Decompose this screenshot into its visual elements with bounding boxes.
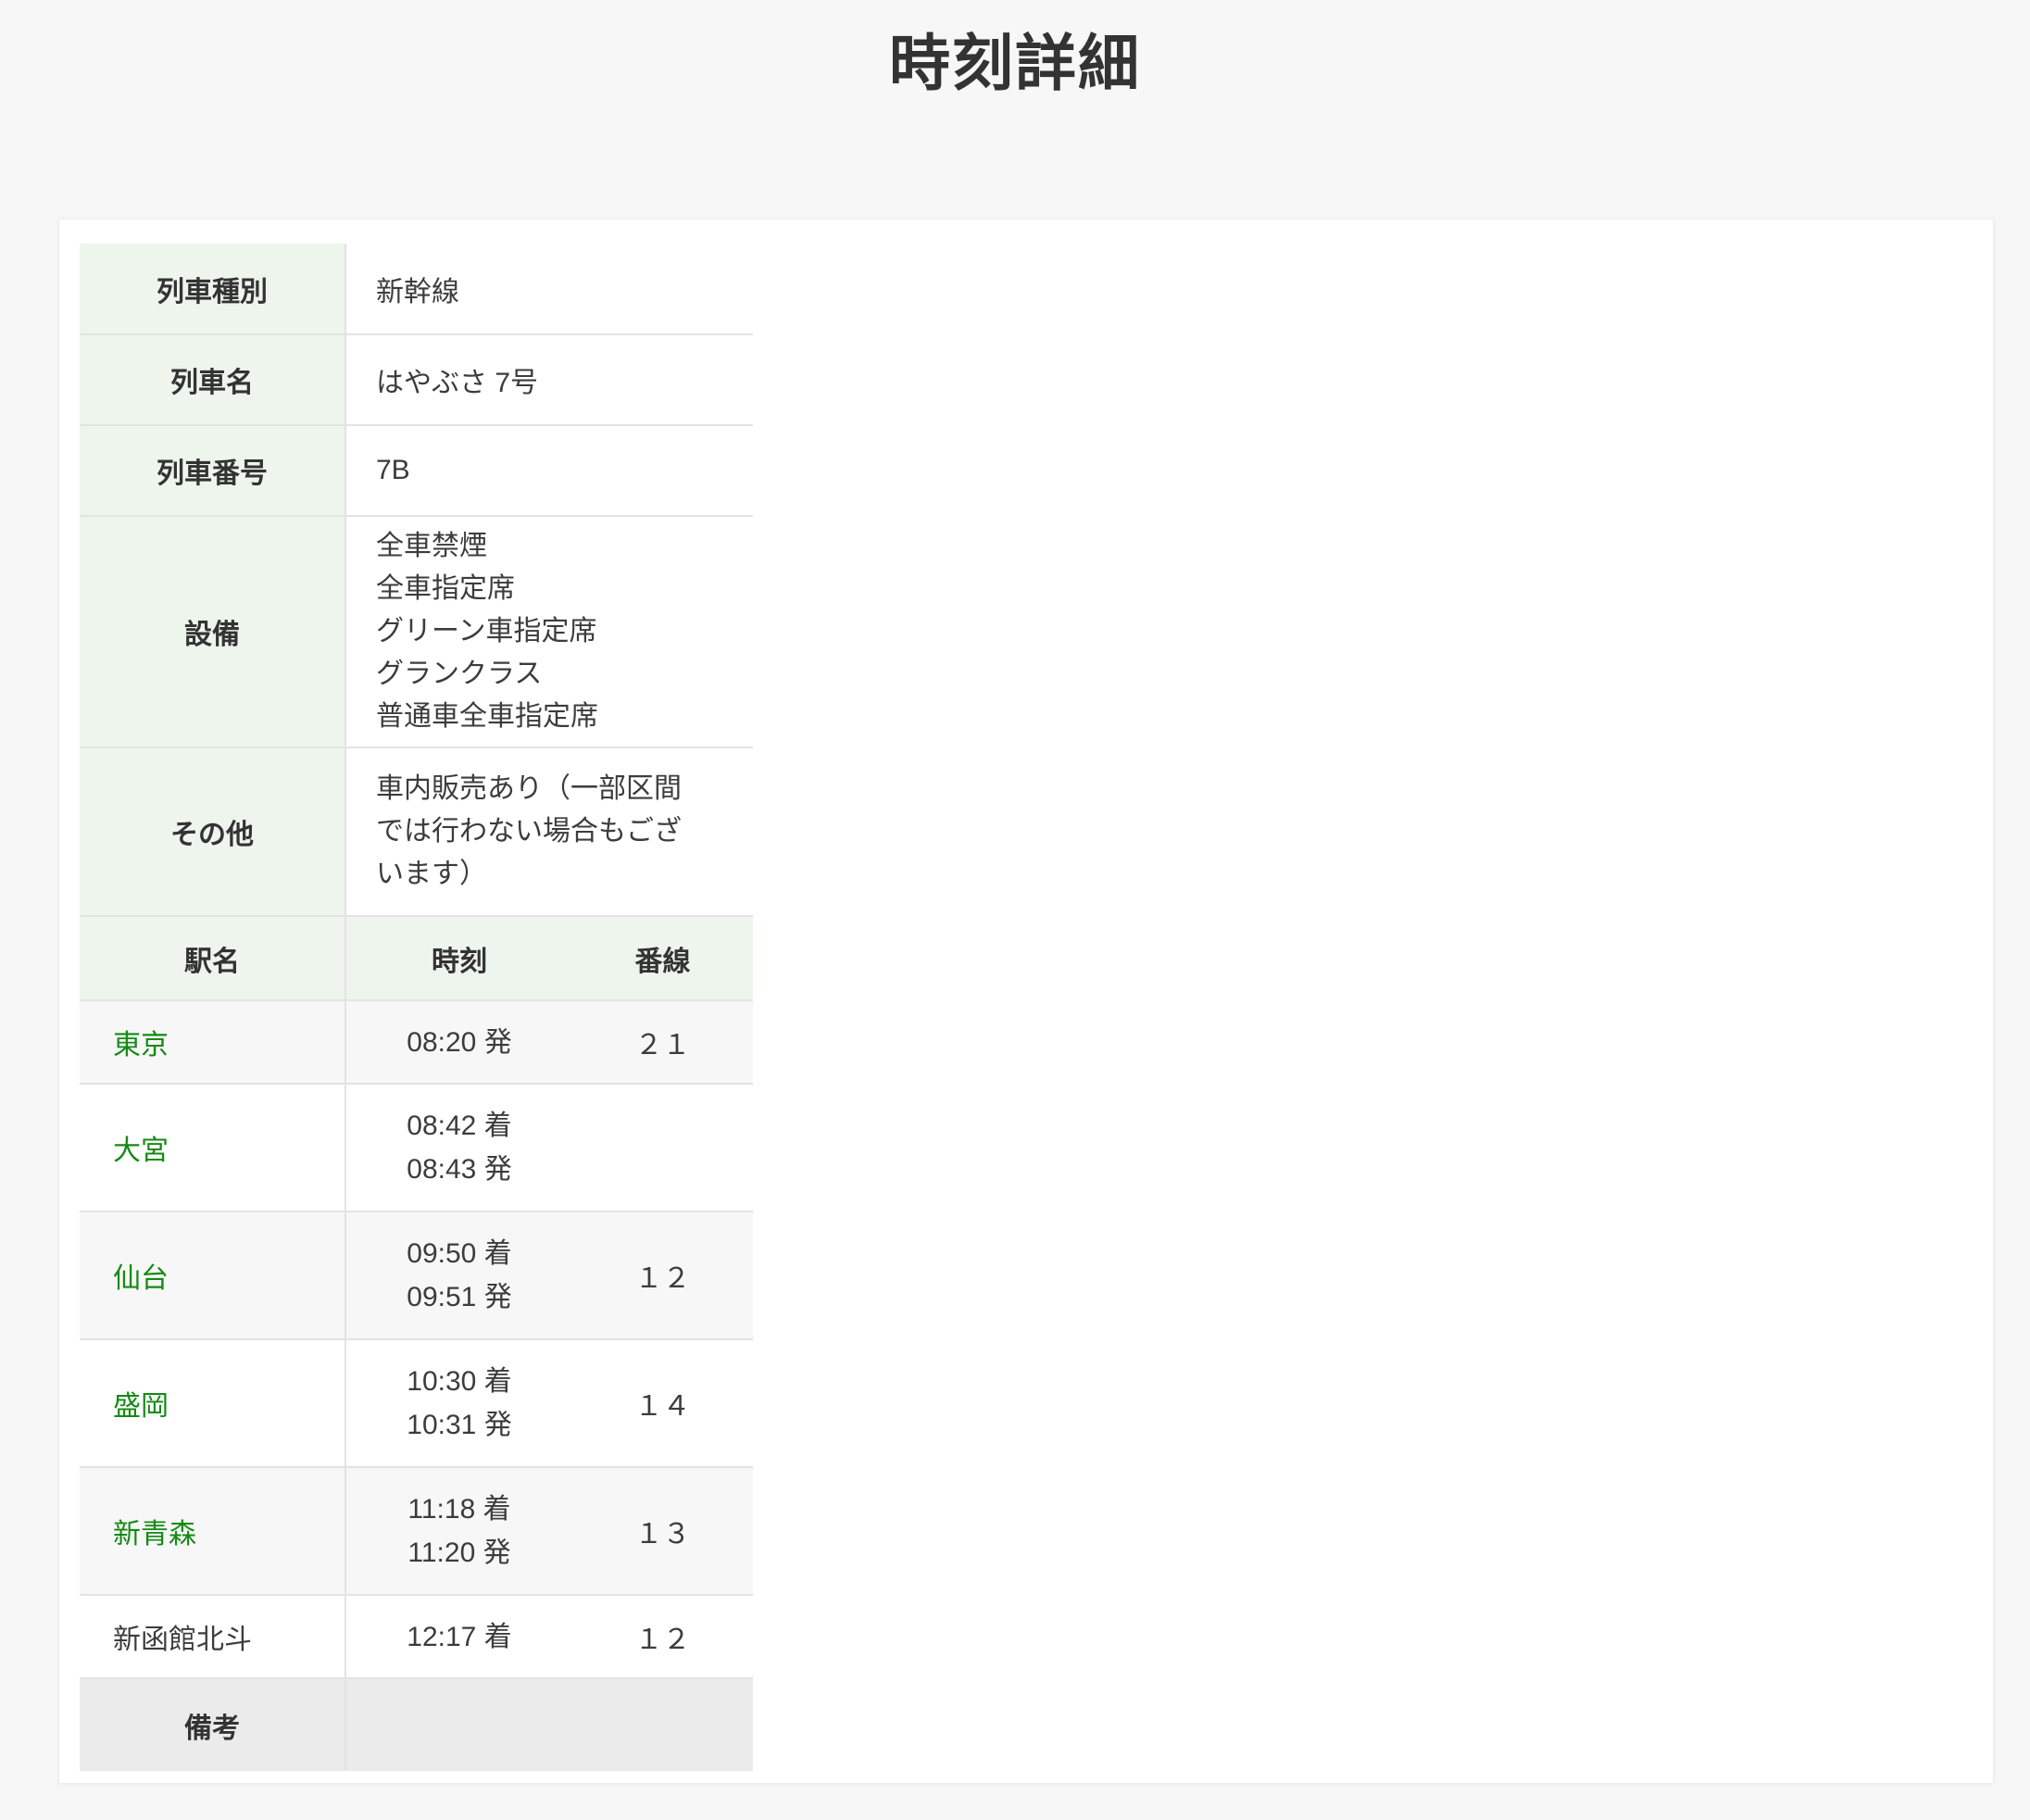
track-header: 番線 [572, 916, 753, 1000]
track-number-cell: １３ [572, 1467, 753, 1595]
station-row-2: 仙台 09:50 着09:51 発１２ [80, 1211, 753, 1339]
facility-item: グランクラス [376, 653, 753, 696]
train-detail-card: 列車種別新幹線列車名はやぶさ 7号列車番号7B設備全車禁煙全車指定席グリーン車指… [58, 219, 1994, 1784]
info-label: 列車名 [80, 334, 345, 425]
page: 時刻詳細 列車種別新幹線列車名はやぶさ 7号列車番号7B設備全車禁煙全車指定席グ… [0, 0, 2030, 1820]
station-header-row: 駅名時刻番線 [80, 916, 753, 1000]
remarks-value [345, 1678, 753, 1771]
time-entry: 10:31 発 [346, 1403, 572, 1447]
station-name: 新函館北斗 [113, 1625, 252, 1655]
track-number-cell [572, 1084, 753, 1211]
station-link[interactable]: 盛岡 [113, 1391, 169, 1422]
time-entry: 11:18 着 [346, 1487, 572, 1531]
time-entry: 08:42 着 [346, 1104, 572, 1148]
station-link[interactable]: 大宮 [113, 1136, 169, 1166]
station-name-cell: 新青森 [80, 1467, 345, 1595]
station-link[interactable]: 仙台 [113, 1263, 169, 1294]
station-link[interactable]: 東京 [113, 1030, 169, 1061]
other-info-text: 車内販売あり（一部区間では行わない場合もございます） [376, 768, 695, 896]
time-entry: 11:20 発 [346, 1531, 572, 1575]
info-row-0: 列車種別新幹線 [80, 244, 753, 334]
time-cell: 08:42 着08:43 発 [345, 1084, 572, 1211]
station-row-3: 盛岡 10:30 着10:31 発１４ [80, 1339, 753, 1467]
train-detail-table: 列車種別新幹線列車名はやぶさ 7号列車番号7B設備全車禁煙全車指定席グリーン車指… [80, 244, 753, 1771]
info-label: 列車番号 [80, 425, 345, 516]
facility-item: グリーン車指定席 [376, 610, 753, 653]
info-value: 新幹線 [345, 244, 753, 334]
facility-item: 全車指定席 [376, 568, 753, 610]
time-entry: 08:43 発 [346, 1148, 572, 1191]
info-row-1: 列車名はやぶさ 7号 [80, 334, 753, 425]
time-entry: 08:20 発 [346, 1021, 572, 1064]
time-entry: 09:51 発 [346, 1275, 572, 1319]
station-name-cell: 盛岡 [80, 1339, 345, 1467]
remarks-row: 備考 [80, 1678, 753, 1771]
info-label: その他 [80, 747, 345, 916]
time-cell: 08:20 発 [345, 1000, 572, 1084]
track-number-cell: １４ [572, 1339, 753, 1467]
info-value: 7B [345, 425, 753, 516]
time-header: 時刻 [345, 916, 572, 1000]
time-cell: 11:18 着11:20 発 [345, 1467, 572, 1595]
info-label: 設備 [80, 516, 345, 747]
station-name-cell: 仙台 [80, 1211, 345, 1339]
track-number-cell: １２ [572, 1595, 753, 1678]
track-number-cell: ２１ [572, 1000, 753, 1084]
track-number-cell: １２ [572, 1211, 753, 1339]
station-row-4: 新青森 11:18 着11:20 発１３ [80, 1467, 753, 1595]
station-row-1: 大宮 08:42 着08:43 発 [80, 1084, 753, 1211]
info-row-4: その他車内販売あり（一部区間では行わない場合もございます） [80, 747, 753, 916]
time-entry: 09:50 着 [346, 1232, 572, 1275]
facility-item: 普通車全車指定席 [376, 696, 753, 738]
info-label: 列車種別 [80, 244, 345, 334]
station-name-cell: 新函館北斗 [80, 1595, 345, 1678]
time-cell: 12:17 着 [345, 1595, 572, 1678]
station-row-0: 東京 08:20 発２１ [80, 1000, 753, 1084]
station-row-5: 新函館北斗 12:17 着１２ [80, 1595, 753, 1678]
station-name-cell: 東京 [80, 1000, 345, 1084]
remarks-label: 備考 [80, 1678, 345, 1771]
info-row-3: 設備全車禁煙全車指定席グリーン車指定席グランクラス普通車全車指定席 [80, 516, 753, 747]
info-value: はやぶさ 7号 [345, 334, 753, 425]
page-title: 時刻詳細 [0, 0, 2030, 100]
info-value: 全車禁煙全車指定席グリーン車指定席グランクラス普通車全車指定席 [345, 516, 753, 747]
time-cell: 10:30 着10:31 発 [345, 1339, 572, 1467]
station-name-cell: 大宮 [80, 1084, 345, 1211]
facility-item: 全車禁煙 [376, 525, 753, 568]
time-entry: 12:17 着 [346, 1615, 572, 1659]
time-cell: 09:50 着09:51 発 [345, 1211, 572, 1339]
station-name-header: 駅名 [80, 916, 345, 1000]
info-value: 車内販売あり（一部区間では行わない場合もございます） [345, 747, 753, 916]
info-row-2: 列車番号7B [80, 425, 753, 516]
time-entry: 10:30 着 [346, 1360, 572, 1403]
station-link[interactable]: 新青森 [113, 1519, 196, 1550]
